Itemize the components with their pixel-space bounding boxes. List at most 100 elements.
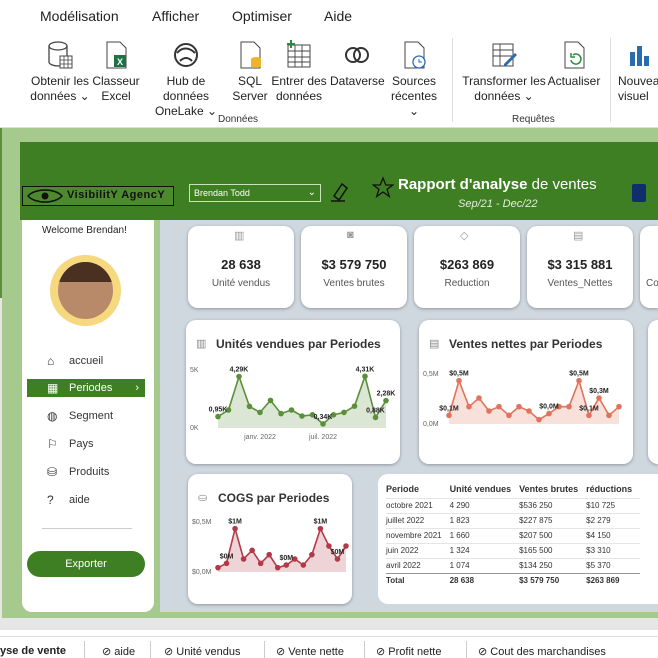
table-cell: $10 725 bbox=[586, 497, 641, 513]
table-header[interactable]: Ventes brutes bbox=[519, 480, 586, 498]
get-data-label: Obtenir les bbox=[30, 74, 90, 88]
recent-sources-button[interactable]: Sources récentes ⌄ bbox=[386, 40, 442, 119]
menu-aide[interactable]: Aide bbox=[324, 8, 352, 24]
hidden-eye-icon: ⊘ bbox=[102, 646, 115, 658]
get-data-button[interactable]: Obtenir les données ⌄ bbox=[30, 40, 90, 104]
dataverse-button[interactable]: Dataverse bbox=[330, 40, 385, 89]
report-date-range: Sep/21 - Dec/22 bbox=[458, 198, 538, 210]
nav-accueil[interactable]: ⌂ accueil bbox=[27, 352, 145, 370]
table-row: novembre 2021 1 660 $207 500 $4 150 bbox=[386, 527, 641, 543]
data-point bbox=[506, 412, 512, 419]
kpi-card-units: ▥ 28 638 Unité vendus bbox=[188, 226, 294, 308]
data-point bbox=[288, 407, 295, 413]
avatar-hair bbox=[58, 262, 113, 282]
data-point bbox=[334, 556, 341, 562]
sql-label2: Server bbox=[232, 89, 268, 103]
excel-workbook-button[interactable]: X Classeur Excel bbox=[92, 40, 140, 104]
eraser-icon[interactable] bbox=[330, 182, 348, 202]
table-cell: $4 150 bbox=[586, 527, 641, 543]
table-header[interactable]: réductions bbox=[586, 480, 640, 498]
data-point bbox=[274, 564, 281, 571]
recent-sources-icon bbox=[404, 41, 426, 69]
hidden-eye-icon: ⊘ bbox=[376, 646, 389, 658]
data-point bbox=[516, 403, 522, 410]
kpi-value: $3 315 881 bbox=[547, 257, 613, 272]
welcome-text: Welcome Brendan! bbox=[42, 225, 127, 236]
money-icon: ◙ bbox=[347, 229, 354, 241]
ribbon: Obtenir les données ⌄ X Classeur Excel Hub… bbox=[0, 32, 658, 128]
table-cell: $2 279 bbox=[586, 512, 641, 528]
tab-unite-vendus[interactable]: ⊘ Unité vendus bbox=[164, 645, 241, 658]
data-point bbox=[236, 373, 242, 380]
recent-sources-label2: récentes ⌄ bbox=[390, 89, 438, 118]
chevron-down-icon: ⌄ bbox=[307, 187, 316, 198]
kpi-label: Unité vendus bbox=[211, 278, 271, 289]
data-point bbox=[486, 408, 492, 414]
data-label: $0,5M bbox=[569, 371, 589, 378]
kpi-value: $263 869 bbox=[439, 257, 495, 272]
group-label-queries: Requêtes bbox=[512, 114, 555, 125]
sql-server-button[interactable]: SQL Server bbox=[232, 40, 268, 104]
ribbon-separator bbox=[452, 38, 453, 122]
table-header[interactable]: Unité vendues bbox=[450, 480, 520, 498]
new-visual-label2: visuel bbox=[618, 89, 649, 103]
table-cell: $207 500 bbox=[519, 527, 587, 543]
data-point bbox=[240, 556, 247, 562]
transform-icon bbox=[492, 43, 517, 67]
nav-aide[interactable]: ? aide bbox=[27, 491, 145, 509]
table-cell: $134 250 bbox=[519, 557, 587, 573]
data-point bbox=[232, 525, 238, 532]
tab-cout-des-marchandises[interactable]: ⊘ Cout des marchandises bbox=[478, 645, 606, 658]
table-header[interactable]: Periode bbox=[386, 480, 450, 498]
menu-optimiser[interactable]: Optimiser bbox=[232, 8, 292, 24]
onelake-hub-button[interactable]: Hub de données OneLake ⌄ bbox=[142, 40, 230, 119]
chart-card-units: 5K 0K 0,95K 4,29K 0,34K 4,31K 0,88K 2,28K janv. … bbox=[186, 320, 400, 464]
tab-label: Cout des marchandises bbox=[490, 646, 606, 658]
table-cell: juillet 2022 bbox=[386, 512, 450, 528]
nav-pays[interactable]: ⚐ Pays bbox=[27, 435, 145, 453]
menu-modelisation[interactable]: Modélisation bbox=[40, 8, 119, 24]
user-select[interactable]: Brendan Todd ⌄ bbox=[189, 184, 321, 202]
data-point bbox=[446, 412, 452, 419]
menu-afficher[interactable]: Afficher bbox=[152, 8, 199, 24]
database-icon bbox=[48, 41, 73, 69]
data-point bbox=[372, 414, 379, 421]
nav-periodes[interactable]: ▦ Periodes › bbox=[27, 379, 145, 397]
nav-segment[interactable]: ◍ Segment bbox=[27, 407, 145, 425]
new-visual-button[interactable]: Nouvea visuel bbox=[618, 40, 658, 104]
tab-analyse-de-vente[interactable]: yse de vente bbox=[0, 645, 66, 657]
table-cell: Total bbox=[386, 572, 450, 588]
table-cell: 1 074 bbox=[449, 557, 520, 573]
data-point bbox=[215, 564, 221, 571]
tab-vente-nette[interactable]: ⊘ Vente nette bbox=[276, 645, 344, 658]
tab-profit-nette[interactable]: ⊘ Profit nette bbox=[376, 645, 441, 658]
data-point bbox=[362, 373, 368, 380]
data-point bbox=[283, 562, 290, 568]
table-cell: $3 579 750 bbox=[519, 572, 587, 588]
period-table: Periode Unité vendues Ventes brutes rédu… bbox=[378, 474, 658, 604]
kpi-label: Co bbox=[646, 278, 658, 289]
data-label: $0,5M bbox=[449, 371, 469, 378]
transform-data-button[interactable]: Transformer les données ⌄ bbox=[462, 40, 546, 104]
data-label: $1M bbox=[228, 519, 242, 526]
y-tick-label: 0K bbox=[190, 425, 199, 432]
data-point bbox=[215, 413, 221, 420]
tab-separator bbox=[150, 641, 151, 658]
tab-separator bbox=[466, 641, 467, 658]
export-button[interactable]: Exporter bbox=[27, 551, 145, 577]
data-point bbox=[576, 377, 582, 384]
data-point bbox=[320, 421, 326, 427]
enter-data-button[interactable]: Entrer des données bbox=[270, 40, 328, 104]
data-point bbox=[616, 403, 622, 410]
data-point bbox=[317, 525, 324, 532]
sql-label: SQL bbox=[237, 74, 262, 88]
dataverse-label: Dataverse bbox=[330, 74, 385, 88]
refresh-button[interactable]: Actualiser bbox=[546, 40, 602, 89]
data-point bbox=[476, 395, 482, 401]
period-table-grid: Periode Unité vendues Ventes brutes rédu… bbox=[386, 480, 641, 588]
tab-aide[interactable]: ⊘ aide bbox=[102, 645, 135, 658]
table-cell: 1 324 bbox=[449, 542, 520, 558]
nav-accueil-label: accueil bbox=[69, 355, 104, 367]
nav-produits[interactable]: ⛁ Produits bbox=[27, 463, 145, 481]
page-tabs: yse de vente ⊘ aide ⊘ Unité vendus ⊘ Ven… bbox=[0, 636, 658, 658]
